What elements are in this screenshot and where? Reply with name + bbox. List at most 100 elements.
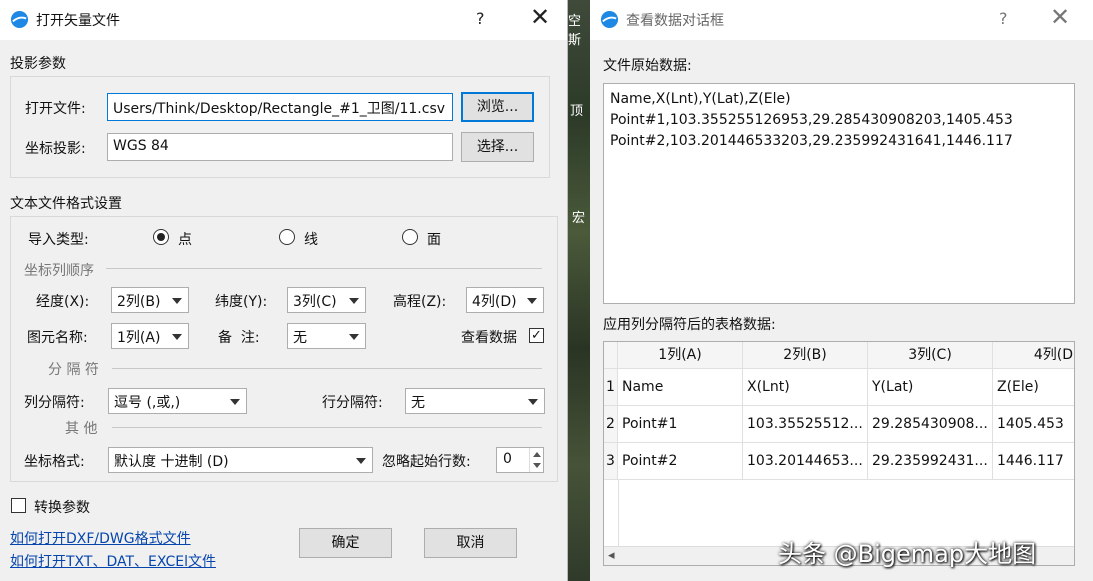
coord-order-header: 坐标列顺序 (24, 263, 94, 279)
delimiter-header: 分 隔 符 (48, 362, 99, 378)
chevron-down-icon (527, 298, 537, 304)
row-delimiter-select[interactable]: 无 (405, 388, 545, 414)
feature-name-column-select[interactable]: 1列(A) (111, 323, 189, 349)
column-header[interactable]: 3列(C) (868, 342, 993, 369)
table-cell[interactable]: 29.235992431... (868, 443, 993, 480)
row-number: 1 (604, 369, 618, 406)
chevron-down-icon (349, 334, 359, 340)
elevation-column-value: 4列(D) (472, 294, 517, 310)
view-data-dialog: 查看数据对话框 ? ✕ 文件原始数据: Name,X(Lnt),Y(Lat),Z… (590, 0, 1093, 581)
column-delimiter-label: 列分隔符: (24, 395, 85, 411)
chevron-down-icon (356, 458, 366, 464)
title-bar: 查看数据对话框 ? ✕ (590, 0, 1093, 40)
grid-corner (604, 342, 618, 369)
elevation-label: 高程(Z): (393, 294, 447, 310)
convert-params-label: 转换参数 (34, 500, 90, 516)
radio-point[interactable] (153, 229, 169, 245)
view-data-checkbox[interactable]: ✓ (529, 328, 544, 343)
map-label: 顶 (570, 104, 584, 119)
table-cell[interactable]: Y(Lat) (868, 369, 993, 406)
help-icon[interactable]: ? (476, 9, 485, 28)
open-file-path-input[interactable]: Users/Think/Desktop/Rectangle_#1_卫图/11.c… (107, 93, 453, 121)
chevron-down-icon (528, 399, 538, 405)
raw-data-label: 文件原始数据: (603, 58, 692, 74)
table-data-label: 应用列分隔符后的表格数据: (603, 317, 776, 333)
latitude-column-value: 3列(C) (293, 294, 337, 310)
scroll-left-icon[interactable]: ◂ (608, 548, 615, 563)
ok-button[interactable]: 确定 (299, 528, 392, 558)
raw-line: Point#2,103.201446533203,29.235992431641… (610, 133, 1013, 149)
browse-button[interactable]: 浏览... (461, 92, 534, 122)
help-txt-link[interactable]: 如何打开TXT、DAT、EXCEl文件 (10, 551, 216, 571)
data-grid[interactable]: 1列(A) 2列(B) 3列(C) 4列(D 1 Name X(Lnt) Y(L… (603, 341, 1075, 566)
chevron-down-icon (349, 298, 359, 304)
row-number: 2 (604, 406, 618, 443)
table-cell[interactable]: 1446.117 (993, 443, 1074, 480)
row-delimiter-value: 无 (411, 395, 425, 411)
table-cell[interactable]: Point#1 (618, 406, 743, 443)
column-header[interactable]: 1列(A) (618, 342, 743, 369)
longitude-column-select[interactable]: 2列(B) (111, 287, 189, 313)
chevron-down-icon (230, 399, 240, 405)
column-header[interactable]: 2列(B) (743, 342, 868, 369)
feature-name-column-value: 1列(A) (117, 330, 161, 346)
import-type-label: 导入类型: (28, 232, 89, 248)
elevation-column-select[interactable]: 4列(D) (466, 287, 544, 313)
open-file-label: 打开文件: (25, 101, 86, 117)
close-icon[interactable]: ✕ (530, 5, 550, 29)
title-bar: 打开矢量文件 ? ✕ (0, 0, 567, 40)
longitude-label: 经度(X): (36, 294, 90, 310)
table-cell[interactable]: 103.20144653... (743, 443, 868, 480)
table-cell[interactable]: X(Lnt) (743, 369, 868, 406)
select-projection-button[interactable]: 选择... (461, 132, 534, 162)
watermark-text: 头条 @Bigemap大地图 (778, 540, 1037, 568)
close-icon[interactable]: ✕ (1050, 5, 1070, 29)
convert-params-checkbox[interactable] (11, 498, 26, 513)
column-delimiter-value: 逗号 (,或,) (114, 395, 181, 411)
coord-projection-input[interactable]: WGS 84 (107, 133, 453, 161)
dialog-title: 查看数据对话框 (626, 13, 724, 29)
table-cell[interactable]: Point#2 (618, 443, 743, 480)
radio-polygon[interactable] (402, 229, 418, 245)
divider (112, 368, 542, 369)
radio-point-label: 点 (178, 232, 192, 248)
column-delimiter-select[interactable]: 逗号 (,或,) (108, 388, 247, 414)
raw-data-textarea[interactable]: Name,X(Lnt),Y(Lat),Z(Ele) Point#1,103.35… (603, 83, 1075, 304)
radio-line[interactable] (279, 229, 295, 245)
table-cell[interactable]: Name (618, 369, 743, 406)
help-dxf-link[interactable]: 如何打开DXF/DWG格式文件 (10, 528, 191, 548)
longitude-column-value: 2列(B) (117, 294, 161, 310)
open-vector-file-dialog: 打开矢量文件 ? ✕ 投影参数 打开文件: Users/Think/Deskto… (0, 0, 568, 581)
table-cell[interactable]: Z(Ele) (993, 369, 1074, 406)
divider (106, 268, 542, 269)
table-cell[interactable]: 1405.453 (993, 406, 1074, 443)
latitude-column-select[interactable]: 3列(C) (287, 287, 366, 313)
spinner-arrows[interactable] (529, 448, 544, 472)
skip-rows-spinner[interactable]: 0 (496, 447, 544, 473)
remark-column-select[interactable]: 无 (287, 323, 366, 349)
coord-format-select[interactable]: 默认度 十进制 (D) (108, 447, 373, 473)
format-section-title: 文本文件格式设置 (10, 196, 122, 212)
column-header[interactable]: 4列(D (993, 342, 1074, 369)
chevron-down-icon (172, 298, 182, 304)
raw-line: Point#1,103.355255126953,29.285430908203… (610, 112, 1013, 128)
view-data-label: 查看数据 (461, 330, 517, 346)
chevron-down-icon (172, 334, 182, 340)
cancel-button[interactable]: 取消 (424, 528, 517, 558)
raw-line: Name,X(Lnt),Y(Lat),Z(Ele) (610, 91, 791, 107)
coord-format-value: 默认度 十进制 (D) (114, 454, 229, 470)
table-cell[interactable]: 29.285430908... (868, 406, 993, 443)
dialog-title: 打开矢量文件 (36, 13, 120, 29)
help-icon[interactable]: ? (999, 9, 1008, 28)
projection-section-title: 投影参数 (10, 56, 66, 72)
latitude-label: 纬度(Y): (215, 294, 268, 310)
row-delimiter-label: 行分隔符: (322, 395, 383, 411)
divider (112, 427, 542, 428)
row-number: 3 (604, 443, 618, 480)
skip-rows-label: 忽略起始行数: (382, 454, 471, 470)
table-cell[interactable]: 103.35525512... (743, 406, 868, 443)
divider (618, 480, 619, 546)
map-label: 宏 (572, 211, 586, 226)
coord-projection-label: 坐标投影: (25, 141, 86, 157)
remark-column-value: 无 (293, 330, 307, 346)
